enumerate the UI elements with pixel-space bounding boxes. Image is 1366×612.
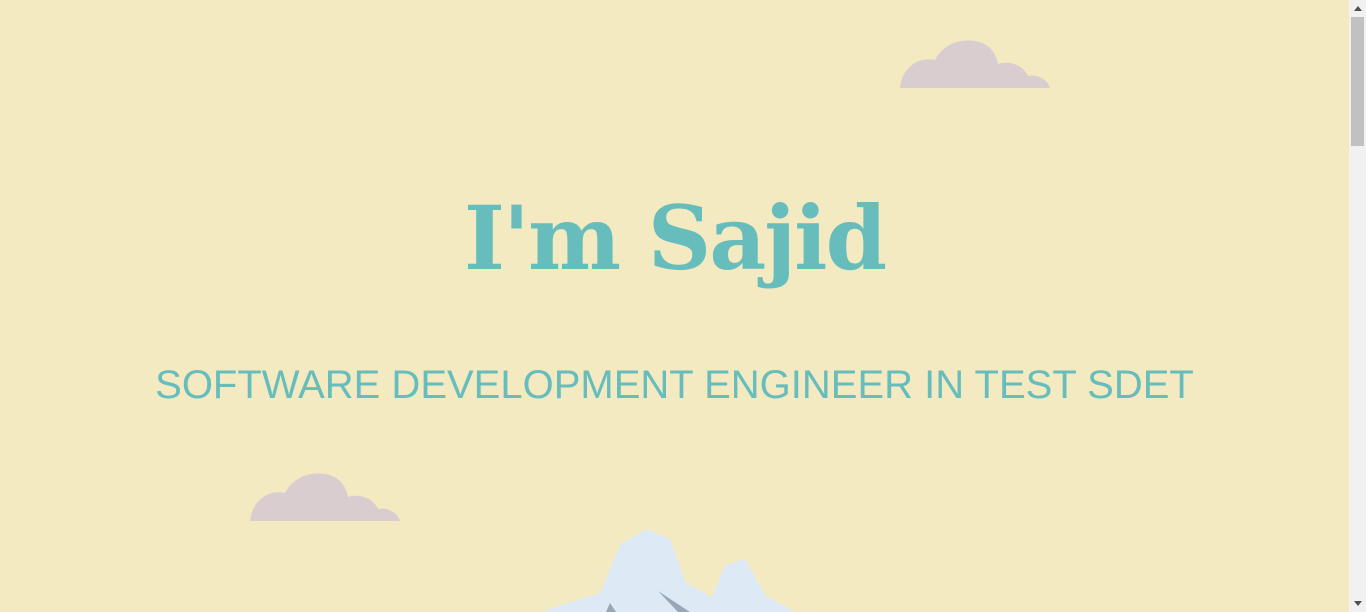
cloud-icon <box>250 473 400 521</box>
mountain-icon <box>540 529 795 612</box>
scroll-up-arrow-icon[interactable] <box>1349 0 1366 17</box>
vertical-scrollbar[interactable] <box>1349 0 1366 612</box>
cloud-icon <box>900 40 1050 88</box>
hero-section: I'm Sajid SOFTWARE DEVELOPMENT ENGINEER … <box>0 0 1349 612</box>
scrollbar-thumb[interactable] <box>1351 17 1364 146</box>
page-subtitle: SOFTWARE DEVELOPMENT ENGINEER IN TEST SD… <box>155 363 1194 407</box>
scroll-down-arrow-icon[interactable] <box>1349 595 1366 612</box>
page-title: I'm Sajid <box>463 186 887 290</box>
